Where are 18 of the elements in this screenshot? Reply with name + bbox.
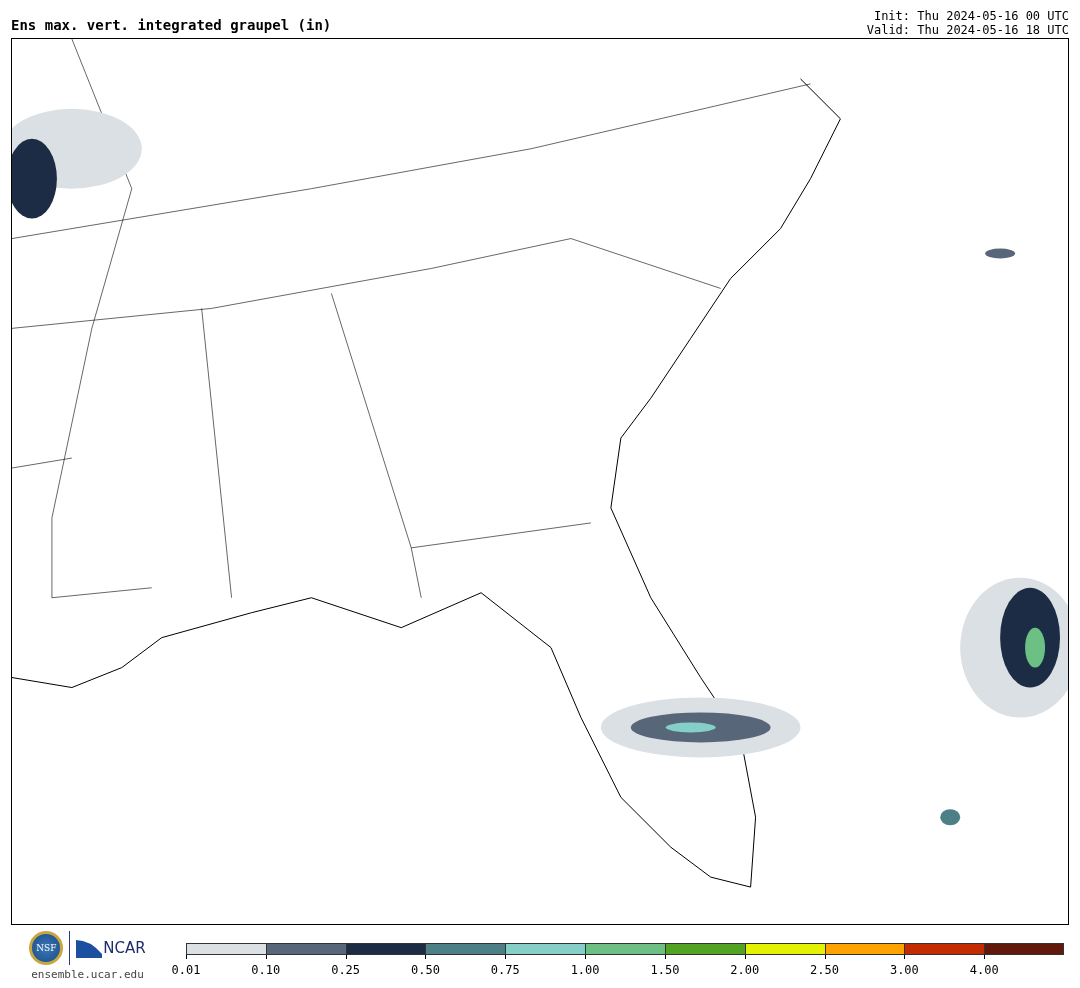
valid-time: Valid: Thu 2024-05-16 18 UTC: [866, 23, 1069, 37]
swoosh-icon: [76, 938, 103, 958]
tick-label: 2.00: [730, 963, 760, 977]
tick-label: 2.50: [810, 963, 839, 977]
tick-label: 0.50: [411, 963, 440, 977]
init-time: Init: Thu 2024-05-16 00 UTC: [873, 9, 1069, 23]
website-url: ensemble.ucar.edu: [31, 968, 144, 981]
tick-label: 0.10: [251, 963, 281, 977]
tick-label: 4.00: [969, 963, 999, 977]
tick-label: 1.50: [650, 963, 680, 977]
tick-label: 0.75: [490, 963, 520, 977]
tick-label: 3.00: [889, 963, 919, 977]
tick-label: 1.00: [570, 963, 600, 977]
globe-logo: NSF: [29, 931, 64, 965]
logo-text: NCAR: [103, 939, 146, 957]
tick-label: 0.01: [171, 963, 201, 977]
tick-label: 0.25: [331, 963, 361, 977]
chart-title: Ens max. vert. integrated graupel (in): [11, 17, 332, 33]
